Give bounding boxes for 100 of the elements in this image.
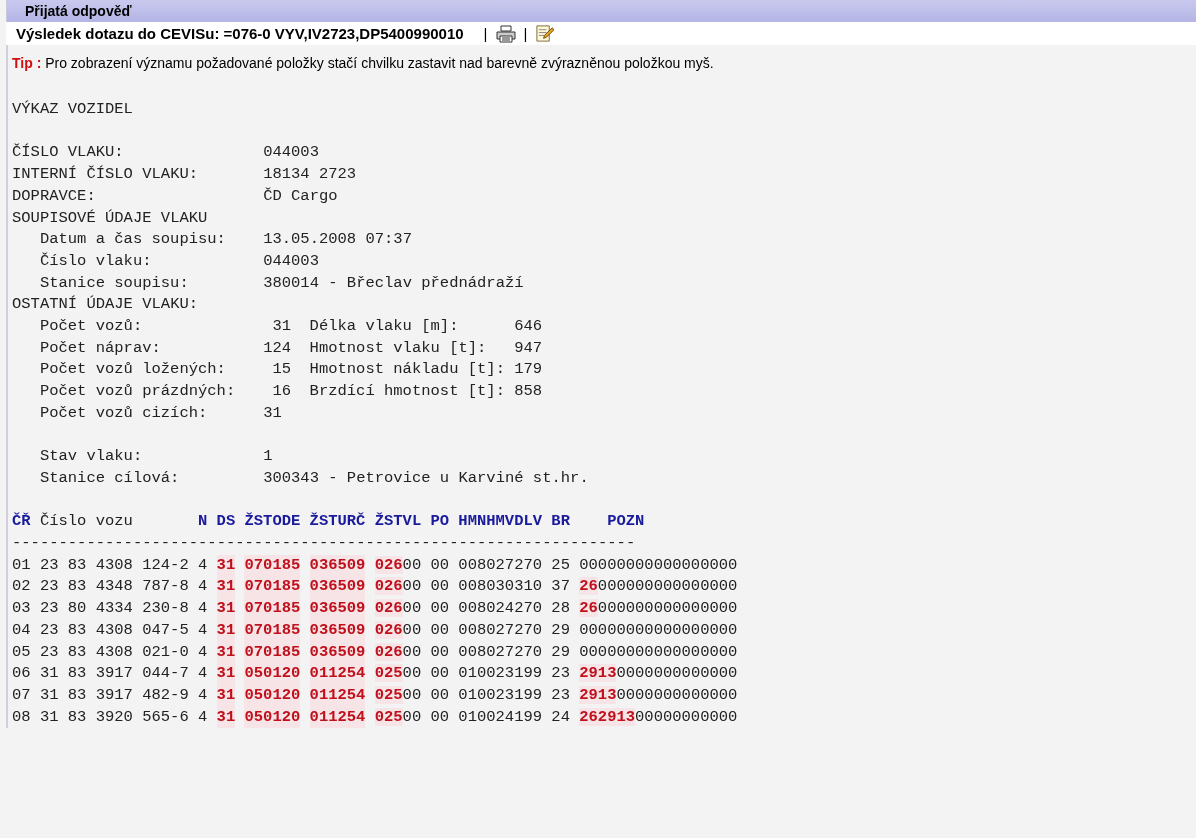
table-cell: 31 <box>216 554 236 577</box>
toolbar-separator: | <box>483 25 488 42</box>
table-cell-text: 00 <box>430 619 450 641</box>
column-header: N <box>198 511 208 533</box>
field-label: Délka vlaku [m]: <box>309 316 460 337</box>
table-cell: 02600 <box>374 598 422 620</box>
table-cell: 070185 <box>244 576 301 599</box>
table-cell: 31 <box>216 663 236 685</box>
table-cell: 036509 <box>309 554 366 577</box>
field-label: Počet vozů cizích: <box>38 402 209 424</box>
field-label: DOPRAVCE: <box>12 185 97 207</box>
table-cell-text: 29 <box>551 641 570 663</box>
table-cell-text: 010024199 <box>458 706 543 728</box>
field-value: 31 <box>271 316 291 337</box>
field-value: 044003 <box>263 250 319 272</box>
table-cell: 070185 <box>244 619 301 642</box>
field-value: 16 <box>271 381 291 403</box>
edit-note-icon[interactable] <box>535 24 555 43</box>
table-cell: 010023199 <box>458 663 543 685</box>
report-title: VÝKAZ VOZIDEL <box>12 100 133 118</box>
table-cell-text: 05 <box>12 641 31 663</box>
column-header: PO <box>430 511 450 533</box>
field-value: 124 <box>263 337 291 359</box>
field-label: Brzdící hmotnost [t]: <box>309 381 506 403</box>
table-cell-text: 008027270 <box>458 554 543 576</box>
field-value: 179 <box>514 359 543 381</box>
table-cell: 23 <box>551 663 570 685</box>
field-label: Počet vozů ložených: <box>38 359 227 381</box>
table-cell-text: 02600 <box>374 641 422 663</box>
table-cell-text: 07 <box>12 684 31 706</box>
table-cell-text: 010023199 <box>458 684 543 706</box>
column-header: ČŘ <box>12 511 31 533</box>
field-label: Hmotnost vlaku [t]: <box>309 337 488 359</box>
table-cell: 31 <box>216 619 236 642</box>
table-cell-text: 4 <box>198 684 208 706</box>
tip-text: Tip : Pro zobrazení významu požadované položky stačí chvilku zastavit nad barevně zvýrazněnou položkou myš. <box>12 55 715 71</box>
table-cell: 050120 <box>244 663 301 685</box>
table-cell-text: 31 83 3917 482-9 <box>39 684 189 706</box>
field-label: Počet vozů prázdných: <box>38 381 237 403</box>
table-cell: 06 <box>12 663 31 685</box>
column-header: Číslo vozu <box>39 511 134 533</box>
table-cell-text: 31 83 3920 565-6 <box>39 706 189 728</box>
table-cell: 31 <box>216 706 236 729</box>
separator-line: ------------------------------------------------------------------- <box>12 534 636 552</box>
field-label: Počet vozů: <box>38 316 144 337</box>
table-cell-text: 26000000000000000 <box>579 576 738 598</box>
table-cell-text: 00 <box>430 641 450 663</box>
column-header: ŽSTODE <box>244 511 301 533</box>
table-cell: 31 <box>216 598 236 620</box>
table-cell: 03 <box>12 598 31 620</box>
table-cell-text: 008027270 <box>458 619 543 641</box>
table-cell: 29130000000000000 <box>579 663 738 685</box>
table-cell: 31 <box>216 684 236 707</box>
table-cell-text: 02600 <box>374 619 422 641</box>
table-cell-text: 08 <box>12 706 31 728</box>
field-label: ČÍSLO VLAKU: <box>12 142 125 164</box>
table-cell-text: 00 <box>430 554 450 576</box>
field-value: 380014 - Břeclav přednádraží <box>263 272 524 294</box>
panel-title: Přijatá odpověď <box>6 0 1196 22</box>
table-cell: 00 <box>430 598 450 620</box>
field-label: INTERNÍ ČÍSLO VLAKU: <box>12 164 200 186</box>
printer-icon[interactable] <box>495 24 516 43</box>
query-title: Výsledek dotazu do CEVISu: =076-0 VYV,IV2723,DP5400990010 <box>16 25 464 42</box>
field-value: 1 <box>263 446 273 468</box>
table-cell: 036509 <box>309 619 366 642</box>
field-value: 300343 - Petrovice u Karviné st.hr. <box>263 467 589 489</box>
column-header: ŽSTURČ <box>309 511 366 533</box>
table-cell-text: 24 <box>551 706 570 728</box>
table-cell-text: 23 83 4308 021-0 <box>39 641 189 663</box>
table-cell-text: 008030310 <box>458 576 543 598</box>
table-cell-text: 008027270 <box>458 641 543 663</box>
table-cell-text: 4 <box>198 576 208 598</box>
table-cell-text: 02500 <box>374 684 422 706</box>
field-value: 044003 <box>263 142 319 164</box>
column-header: ŽSTVL <box>374 511 422 533</box>
field-value: 646 <box>514 316 543 337</box>
field-value: 947 <box>514 337 543 359</box>
table-cell-text: 23 <box>551 684 570 706</box>
field-label: OSTATNÍ ÚDAJE VLAKU: <box>12 294 200 316</box>
table-cell-text: 29130000000000000 <box>579 684 738 706</box>
table-cell: 00 <box>430 663 450 685</box>
table-cell: 036509 <box>309 598 366 620</box>
table-cell-text: 01 <box>12 554 31 576</box>
table-cell: 050120 <box>244 706 301 729</box>
table-cell-text: 23 83 4348 787-8 <box>39 576 189 598</box>
field-label: Hmotnost nákladu [t]: <box>309 359 506 381</box>
field-value: ČD Cargo <box>263 185 338 207</box>
table-cell-text: 23 83 4308 047-5 <box>39 619 189 641</box>
table-cell: 008024270 <box>458 598 543 620</box>
table-cell: 036509 <box>309 576 366 599</box>
table-cell-text: 4 <box>198 706 208 728</box>
table-cell-text: 00000000000000000 <box>579 554 738 576</box>
table-cell-text: 02600 <box>374 576 422 598</box>
table-cell: 011254 <box>309 663 366 685</box>
table-cell-text: 29 <box>551 619 570 641</box>
table-cell: 31 <box>216 641 236 664</box>
table-cell-text: 25 <box>551 554 570 576</box>
field-value: 858 <box>514 381 543 403</box>
field-label: SOUPISOVÉ ÚDAJE VLAKU <box>12 207 209 229</box>
column-header: DS <box>216 511 236 533</box>
